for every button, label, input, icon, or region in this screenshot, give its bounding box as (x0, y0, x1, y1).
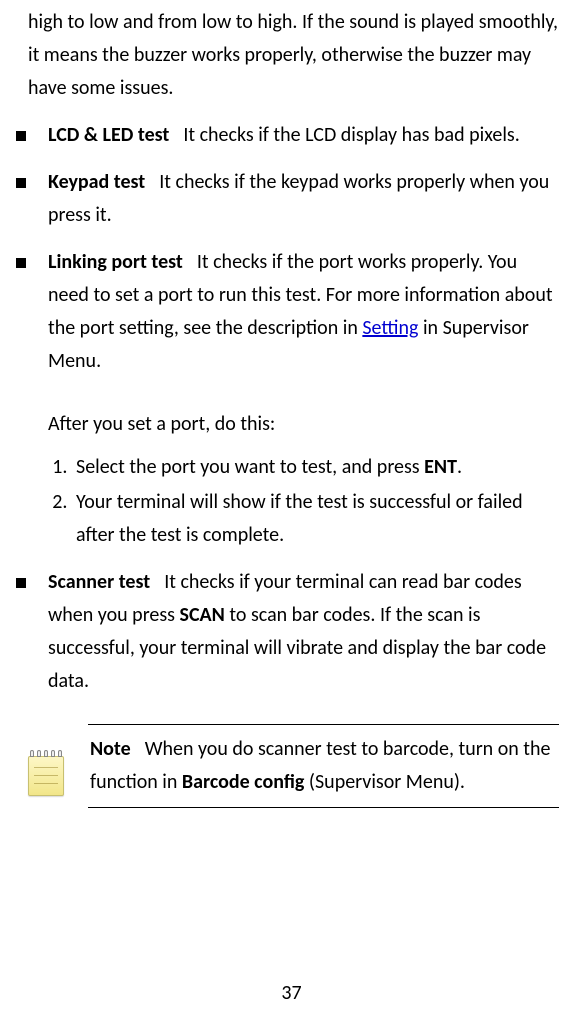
note-block: NoteWhen you do scanner test to barcode,… (28, 724, 559, 808)
linking-port-steps: Select the port you want to test, and pr… (48, 451, 559, 552)
lcd-led-test-title: LCD & LED test (48, 123, 169, 147)
keypad-test-title: Keypad test (48, 170, 145, 194)
test-list: LCD & LED test It checks if the LCD displ… (28, 119, 559, 698)
linking-port-after: After you set a port, do this: (48, 408, 559, 441)
linking-step-1a: Select the port you want to test, and pr… (76, 455, 424, 479)
buzzer-test-continuation: high to low and from low to high. If the… (28, 6, 559, 105)
linking-step-1c: . (457, 455, 462, 479)
linking-port-test-title: Linking port test (48, 250, 183, 274)
linking-step-2: Your terminal will show if the test is s… (72, 486, 559, 552)
notepad-icon (28, 754, 64, 796)
keypad-test-item: Keypad testIt checks if the keypad works… (28, 166, 559, 232)
note-label: Note (90, 737, 131, 761)
lcd-led-test-desc: It checks if the LCD display has bad pix… (183, 123, 519, 147)
note-text-b: (Supervisor Menu). (304, 770, 465, 794)
linking-step-1: Select the port you want to test, and pr… (72, 451, 559, 484)
scanner-test-item: Scanner testIt checks if your terminal c… (28, 566, 559, 698)
setting-link[interactable]: Setting (362, 316, 418, 340)
lcd-led-test-item: LCD & LED test It checks if the LCD displ… (28, 119, 559, 152)
linking-port-test-item: Linking port testIt checks if the port w… (28, 246, 559, 552)
page-number: 37 (0, 981, 583, 1005)
scanner-test-title: Scanner test (48, 570, 150, 594)
barcode-config-label: Barcode config (182, 770, 304, 794)
note-text: NoteWhen you do scanner test to barcode,… (88, 724, 559, 808)
ent-key-label: ENT (424, 455, 457, 479)
scan-key-label: SCAN (180, 603, 225, 627)
